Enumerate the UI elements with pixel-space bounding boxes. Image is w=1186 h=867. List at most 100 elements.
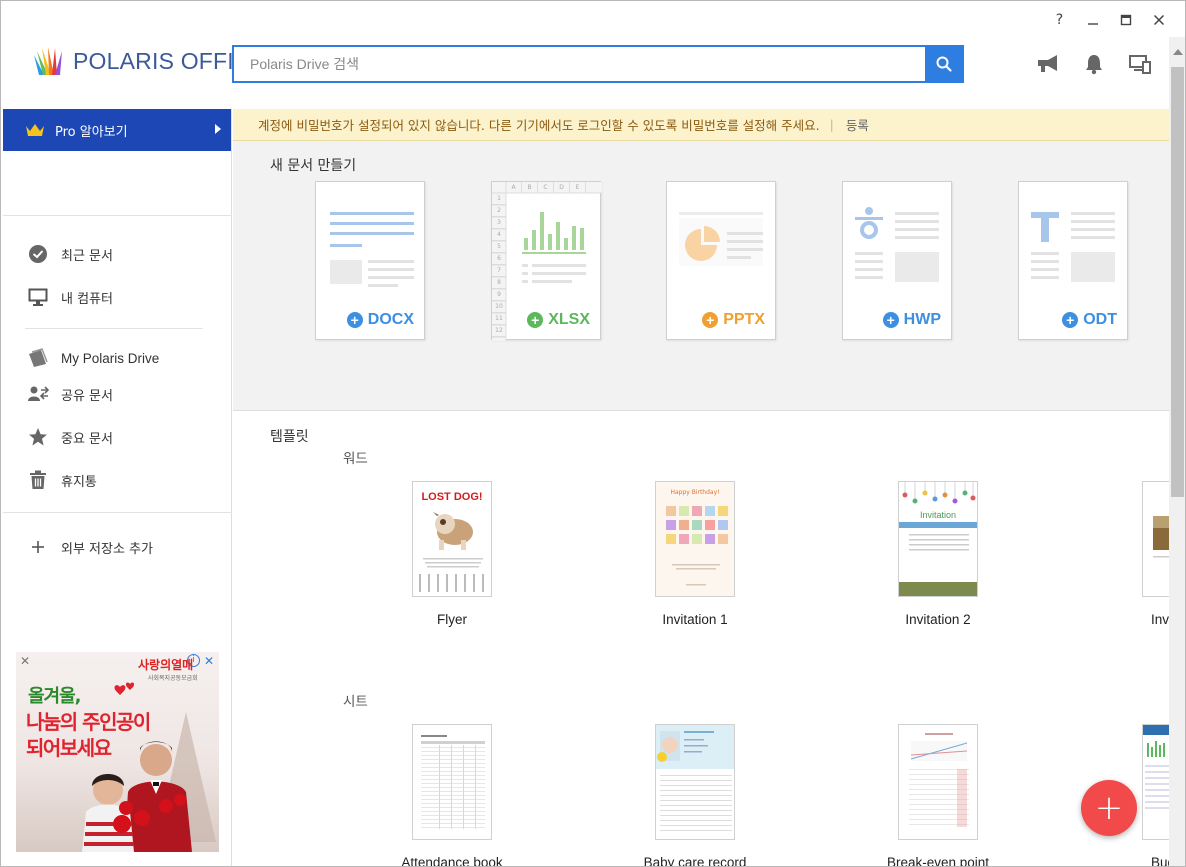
sheet-category-label: 시트 <box>343 694 368 710</box>
add-circle-icon: + <box>527 312 544 328</box>
star-icon <box>27 426 49 448</box>
doc-type-label: DOCX <box>367 311 414 328</box>
xlsx-column-header: D <box>554 182 570 193</box>
xlsx-row-header: 1 <box>492 193 506 205</box>
register-link[interactable]: 등록 <box>846 115 869 134</box>
xlsx-row-header: 9 <box>492 289 506 301</box>
template-name: Invi <box>1151 612 1169 627</box>
close-icon <box>1153 14 1164 26</box>
template-thumbnail: Invitation <box>898 481 978 597</box>
polaris-logo[interactable]: POLARIS OFFICE <box>31 45 266 77</box>
templates-title: 템플릿 <box>270 429 309 445</box>
pro-banner-button[interactable]: Pro 알아보기 <box>3 109 231 151</box>
doc-type-label: XLSX <box>548 311 590 328</box>
notifications-button[interactable] <box>1081 51 1107 77</box>
new-odt-card[interactable]: + ODT <box>1018 181 1128 340</box>
sidebar-item-recent[interactable]: 최근 문서 <box>27 240 113 268</box>
maximize-button[interactable] <box>1109 9 1142 31</box>
budget-image-icon <box>1143 725 1169 809</box>
sidebar-item-my-polaris-drive[interactable]: My Polaris Drive <box>27 344 159 372</box>
minimize-button[interactable] <box>1076 9 1109 31</box>
template-thumbnail <box>412 724 492 840</box>
sidebar-item-label: 최근 문서 <box>61 248 113 264</box>
search-box <box>232 45 964 83</box>
megaphone-icon <box>1038 55 1057 72</box>
sidebar-item-important[interactable]: 중요 문서 <box>27 423 113 451</box>
help-button[interactable]: ? <box>1043 9 1076 31</box>
template-baby-care-record[interactable]: Baby care record <box>615 724 775 867</box>
maximize-icon <box>1120 14 1131 26</box>
template-invitation-3[interactable]: Invi <box>1101 481 1169 627</box>
sidebar-divider <box>25 328 203 329</box>
search-input[interactable] <box>234 47 925 81</box>
polaris-logo-icon <box>34 47 62 75</box>
ad-photo-illustration <box>82 682 216 852</box>
sidebar-item-add-storage[interactable]: 외부 저장소 추가 <box>27 533 153 561</box>
template-name: Invitation 2 <box>905 612 971 627</box>
invitation-image-icon <box>899 482 977 596</box>
template-invitation-2[interactable]: Invitation Invitation 2 <box>858 481 1018 627</box>
xlsx-row-header: 8 <box>492 277 506 289</box>
new-document-title: 새 문서 만들기 <box>270 158 357 174</box>
new-hwp-card[interactable]: + HWP <box>842 181 952 340</box>
new-docx-card[interactable]: + DOCX <box>315 181 425 340</box>
docx-label: + DOCX <box>316 311 414 329</box>
doc-type-label: ODT <box>1083 311 1117 328</box>
devices-icon <box>1129 55 1151 74</box>
odt-preview-icon <box>1031 212 1115 282</box>
sidebar-item-shared[interactable]: 공유 문서 <box>27 380 113 408</box>
template-break-even-point[interactable]: Break-even point <box>858 724 1018 866</box>
thumb-title: Invitation <box>919 510 957 520</box>
search-button[interactable] <box>925 47 962 81</box>
header-icons <box>1035 51 1153 77</box>
sidebar: Pro 알아보기 최근 문서 내 컴퓨터 My Polaris Drive 공유… <box>3 109 232 866</box>
xlsx-column-header: A <box>506 182 522 193</box>
add-circle-icon: + <box>1062 312 1079 328</box>
share-users-icon <box>27 383 49 405</box>
sidebar-item-my-computer[interactable]: 내 컴퓨터 <box>27 283 113 311</box>
scrollbar-thumb[interactable] <box>1171 67 1184 497</box>
ad-banner[interactable]: ✕ i ✕ 사랑의열매 사회복지공동모금회 올겨울, 나눔의 주인공이 되어보세… <box>16 652 219 852</box>
new-xlsx-card[interactable]: ABCDE 1 2 3 4 5 6 7 8 9 10 11 12 + XLSX <box>491 181 602 341</box>
birthday-grid-image-icon <box>666 506 728 586</box>
xlsx-column-header: B <box>522 182 538 193</box>
template-name: Baby care record <box>643 855 747 867</box>
clock-check-icon <box>27 243 49 265</box>
devices-button[interactable] <box>1127 51 1153 77</box>
xlsx-row-header: 4 <box>492 229 506 241</box>
add-circle-icon: + <box>346 312 363 328</box>
baby-record-image-icon <box>656 725 734 831</box>
app-window: ? POLARIS OFFICE Polaris Drive 검색 Pro 알아… <box>0 0 1186 867</box>
template-name: Attendance book <box>401 855 503 867</box>
pro-label: Pro 알아보기 <box>55 124 128 140</box>
scroll-up-icon[interactable] <box>1173 49 1183 55</box>
template-invitation-1[interactable]: Happy Birthday! Invitation 1 <box>615 481 775 627</box>
notice-separator: | <box>829 117 834 132</box>
sidebar-item-label: 중요 문서 <box>61 431 113 447</box>
window-controls: ? <box>1043 9 1175 31</box>
trash-icon <box>27 469 49 491</box>
drive-icon <box>27 347 49 369</box>
template-flyer[interactable]: LOST DOG! Flyer <box>372 481 532 627</box>
doc-type-label: PPTX <box>723 311 765 328</box>
sidebar-item-label: 휴지통 <box>61 474 97 490</box>
word-category-label: 워드 <box>343 451 368 467</box>
minimize-icon <box>1087 23 1098 25</box>
template-name: Budge <box>1151 855 1169 867</box>
xlsx-column-header: E <box>570 182 586 193</box>
new-document-section: 새 문서 만들기 + DOCX A B C D E 1 2 3 4 5 6 7 … <box>233 141 1169 411</box>
notice-text: 계정에 비밀번호가 설정되어 있지 않습니다. 다른 기기에서도 로그인할 수 … <box>258 118 820 133</box>
template-attendance-book[interactable]: Attendance book <box>372 724 532 867</box>
xlsx-row-header: 6 <box>492 253 506 265</box>
sidebar-item-label: 외부 저장소 추가 <box>61 541 153 557</box>
add-document-fab[interactable]: + <box>1081 780 1137 836</box>
chevron-right-icon <box>215 124 221 134</box>
sidebar-item-trash[interactable]: 휴지통 <box>27 466 97 494</box>
new-pptx-card[interactable]: + PPTX <box>666 181 776 340</box>
main-scrollbar[interactable] <box>1169 37 1185 866</box>
breakeven-chart-image-icon <box>909 733 969 827</box>
template-name: Flyer <box>437 612 467 627</box>
close-button[interactable] <box>1142 9 1175 31</box>
crown-icon <box>25 123 45 137</box>
announcement-button[interactable] <box>1035 51 1061 77</box>
